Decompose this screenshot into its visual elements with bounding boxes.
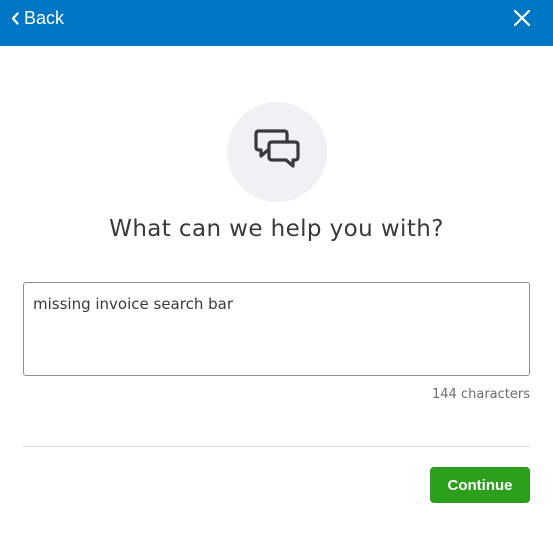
chat-bubbles-icon [252,128,302,177]
back-button[interactable]: Back [11,0,64,36]
question-input[interactable]: missing invoice search bar [23,282,530,376]
header-bar: Back [0,0,553,46]
close-icon [511,9,533,33]
continue-button[interactable]: Continue [430,467,530,503]
hero-icon-circle [227,102,327,202]
character-count: 144 characters [432,387,530,402]
chevron-left-icon [11,11,19,25]
close-button[interactable] [511,7,533,29]
divider [23,446,530,447]
back-label: Back [24,7,65,28]
page-title: What can we help you with? [109,216,444,242]
